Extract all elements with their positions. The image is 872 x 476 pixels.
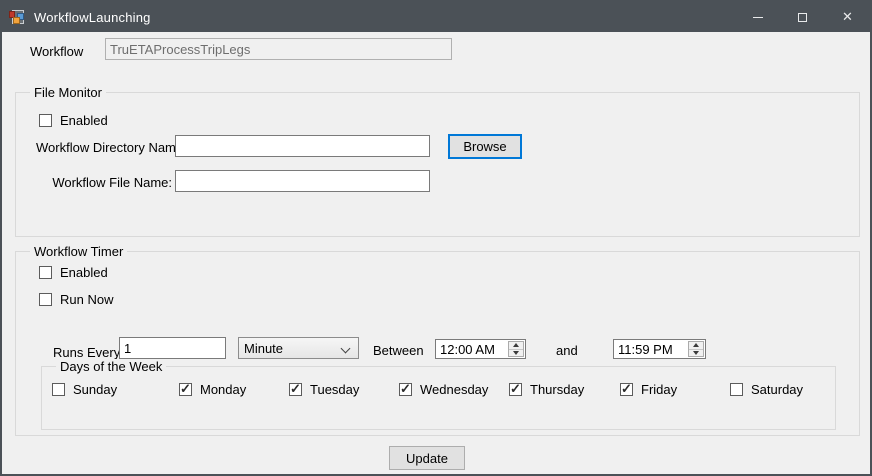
checkbox-label: Sunday (73, 382, 117, 397)
minimize-icon[interactable] (735, 2, 780, 32)
interval-unit-selected: Minute (244, 341, 283, 356)
day-checkbox-thursday[interactable]: Thursday (509, 382, 584, 397)
start-time-spinner[interactable] (508, 341, 524, 357)
day-checkbox-tuesday[interactable]: Tuesday (289, 382, 359, 397)
checkbox-icon[interactable] (399, 383, 412, 396)
runs-every-label: Runs Every (53, 345, 120, 360)
days-of-week-group: Days of the Week Sunday Monday Tuesday W… (41, 366, 836, 430)
title-bar: WorkflowLaunching ✕ (2, 2, 870, 32)
checkbox-label: Enabled (60, 265, 108, 280)
checkbox-icon[interactable] (52, 383, 65, 396)
checkbox-label: Run Now (60, 292, 113, 307)
spin-up-icon[interactable] (689, 342, 703, 350)
and-label: and (556, 343, 578, 358)
end-time-spinner[interactable] (688, 341, 704, 357)
workflow-directory-input[interactable] (175, 135, 430, 157)
checkbox-label: Tuesday (310, 382, 359, 397)
day-checkbox-wednesday[interactable]: Wednesday (399, 382, 488, 397)
run-now-checkbox[interactable]: Run Now (39, 292, 113, 307)
checkbox-icon[interactable] (39, 114, 52, 127)
day-checkbox-sunday[interactable]: Sunday (52, 382, 117, 397)
browse-button[interactable]: Browse (448, 134, 522, 159)
timer-enabled-checkbox[interactable]: Enabled (39, 265, 108, 280)
chevron-down-icon (341, 344, 351, 354)
workflow-timer-group: Workflow Timer Enabled Run Now Runs Ever… (15, 251, 860, 436)
checkbox-icon[interactable] (620, 383, 633, 396)
runs-every-input[interactable] (119, 337, 226, 359)
workflow-label: Workflow (30, 44, 83, 59)
day-checkbox-friday[interactable]: Friday (620, 382, 677, 397)
days-of-week-title: Days of the Week (56, 359, 166, 374)
spin-down-icon[interactable] (509, 350, 523, 357)
maximize-icon[interactable] (780, 2, 825, 32)
interval-unit-dropdown[interactable]: Minute (238, 337, 359, 359)
window-title: WorkflowLaunching (34, 10, 151, 25)
between-label: Between (373, 343, 424, 358)
close-icon[interactable]: ✕ (825, 2, 870, 32)
checkbox-label: Saturday (751, 382, 803, 397)
workflow-name-field[interactable] (105, 38, 452, 60)
checkbox-label: Wednesday (420, 382, 488, 397)
start-time-value: 12:00 AM (440, 342, 495, 357)
day-checkbox-saturday[interactable]: Saturday (730, 382, 803, 397)
workflow-filename-label: Workflow File Name: (36, 175, 172, 190)
workflow-timer-title: Workflow Timer (30, 244, 127, 259)
end-time-picker[interactable]: 11:59 PM (613, 339, 706, 359)
start-time-picker[interactable]: 12:00 AM (435, 339, 526, 359)
checkbox-label: Thursday (530, 382, 584, 397)
file-monitor-title: File Monitor (30, 85, 106, 100)
workflow-launching-dialog: WorkflowLaunching ✕ Workflow File Monito… (0, 0, 872, 476)
checkbox-icon[interactable] (289, 383, 302, 396)
spin-up-icon[interactable] (509, 342, 523, 350)
spin-down-icon[interactable] (689, 350, 703, 357)
checkbox-icon[interactable] (179, 383, 192, 396)
checkbox-icon[interactable] (730, 383, 743, 396)
checkbox-label: Enabled (60, 113, 108, 128)
update-button[interactable]: Update (389, 446, 465, 470)
file-monitor-group: File Monitor Enabled Workflow Directory … (15, 92, 860, 237)
checkbox-icon[interactable] (509, 383, 522, 396)
app-icon (9, 9, 25, 25)
workflow-directory-label: Workflow Directory Name: (36, 140, 172, 155)
end-time-value: 11:59 PM (618, 342, 673, 357)
checkbox-label: Friday (641, 382, 677, 397)
checkbox-icon[interactable] (39, 293, 52, 306)
file-monitor-enabled-checkbox[interactable]: Enabled (39, 113, 108, 128)
checkbox-label: Monday (200, 382, 246, 397)
checkbox-icon[interactable] (39, 266, 52, 279)
workflow-filename-input[interactable] (175, 170, 430, 192)
day-checkbox-monday[interactable]: Monday (179, 382, 246, 397)
